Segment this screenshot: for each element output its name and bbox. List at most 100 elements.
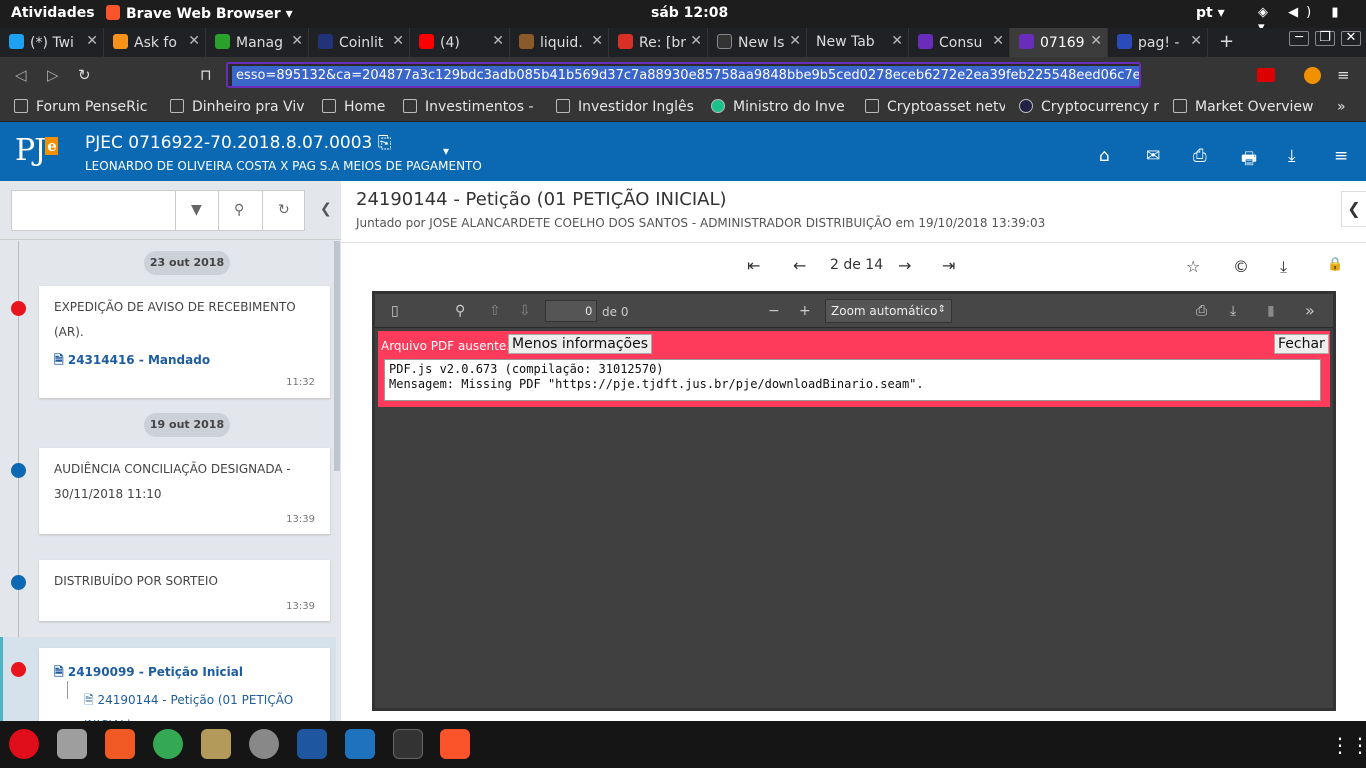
- timeline-event[interactable]: DISTRIBUÍDO POR SORTEIO 13:39: [39, 560, 330, 621]
- bookmark-item[interactable]: Investidor Inglês: [556, 99, 701, 115]
- bookmark-item[interactable]: Home: [322, 99, 397, 115]
- expand-panel-button[interactable]: ❮: [1341, 191, 1366, 227]
- files-icon[interactable]: [57, 729, 87, 759]
- bookmark-item[interactable]: Investimentos - A: [403, 99, 538, 115]
- pje-logo[interactable]: PJ e: [15, 133, 58, 168]
- clock[interactable]: sáb 12:08: [651, 5, 728, 21]
- close-icon[interactable]: ✕: [591, 33, 603, 49]
- java-icon[interactable]: [297, 729, 327, 759]
- search-input[interactable]: [14, 193, 172, 228]
- app-menu[interactable]: Brave Web Browser ▾: [106, 5, 293, 22]
- filter-icon[interactable]: ▼: [191, 202, 202, 218]
- browser-tab-active[interactable]: 07169 ✕: [1010, 28, 1108, 57]
- archive-icon[interactable]: [201, 729, 231, 759]
- close-icon[interactable]: ✕: [492, 33, 504, 49]
- error-details[interactable]: PDF.js v2.0.673 (compilação: 31012570) M…: [384, 359, 1321, 401]
- bookmark-item[interactable]: Dinheiro pra Viv: [170, 99, 305, 115]
- print-icon[interactable]: 🖶: [1241, 146, 1257, 175]
- chrome-icon[interactable]: [153, 729, 183, 759]
- close-icon[interactable]: ✕: [891, 33, 903, 49]
- star-icon[interactable]: ☆: [1186, 257, 1200, 276]
- reload-button[interactable]: ↻: [78, 66, 91, 84]
- home-icon[interactable]: ⌂: [1099, 146, 1110, 166]
- browser-tab[interactable]: Manag ✕: [206, 28, 309, 57]
- less-info-button[interactable]: Menos informações: [508, 334, 653, 354]
- timeline-event[interactable]: AUDIÊNCIA CONCILIAÇÃO DESIGNADA - 30/11/…: [39, 448, 330, 534]
- copyright-icon[interactable]: ©: [1233, 257, 1249, 276]
- close-icon[interactable]: ✕: [1090, 33, 1102, 49]
- browser-tab[interactable]: liquid. ✕: [510, 28, 609, 57]
- timeline-event[interactable]: EXPEDIÇÃO DE AVISO DE RECEBIMENTO (AR). …: [39, 286, 330, 398]
- extension-icon[interactable]: [1257, 68, 1275, 82]
- browser-tab[interactable]: New Tab ✕: [807, 28, 909, 57]
- bookmark-item[interactable]: Ministro do Inve: [711, 99, 846, 115]
- download-icon[interactable]: ⤓: [1288, 146, 1296, 166]
- maximize-button[interactable]: ❐: [1315, 31, 1335, 46]
- menu-icon[interactable]: ≡: [1334, 146, 1348, 166]
- download-icon[interactable]: ⤓: [1280, 257, 1287, 277]
- find-icon[interactable]: ⚲: [455, 303, 465, 319]
- close-icon[interactable]: ✕: [1190, 33, 1202, 49]
- bookmark-item[interactable]: Cryptocurrency r: [1019, 99, 1159, 115]
- new-document-icon[interactable]: ⎙: [1193, 146, 1207, 166]
- browser-tab[interactable]: Re: [br ✕: [609, 28, 708, 57]
- next-page-icon[interactable]: ⇩: [519, 303, 531, 319]
- software-icon[interactable]: [105, 729, 135, 759]
- browser-tab[interactable]: (*) Twi ✕: [0, 28, 104, 57]
- previous-page-button[interactable]: ←: [793, 256, 806, 275]
- next-page-button[interactable]: →: [898, 256, 911, 275]
- minimize-button[interactable]: ─: [1289, 31, 1309, 46]
- close-window-button[interactable]: ✕: [1341, 31, 1361, 46]
- close-icon[interactable]: ✕: [992, 33, 1004, 49]
- activities-button[interactable]: Atividades: [11, 5, 95, 21]
- close-icon[interactable]: ✕: [789, 33, 801, 49]
- bookmark-item[interactable]: Market Overview: [1173, 99, 1313, 115]
- browser-tab[interactable]: (4) ✕: [410, 28, 510, 57]
- settings-icon[interactable]: [249, 729, 279, 759]
- close-icon[interactable]: ✕: [86, 33, 98, 49]
- collapse-sidebar-icon[interactable]: ❮: [320, 201, 332, 217]
- url-field[interactable]: esso=895132&ca=204877a3c129bdc3adb085b41…: [226, 62, 1141, 88]
- close-icon[interactable]: ✕: [690, 33, 702, 49]
- last-page-button[interactable]: ⇥: [942, 256, 955, 275]
- browser-tab[interactable]: Ask fo ✕: [104, 28, 206, 57]
- more-tools-icon[interactable]: »: [1305, 301, 1315, 320]
- close-icon[interactable]: ✕: [392, 33, 404, 49]
- bookmark-icon[interactable]: ▮: [1267, 303, 1275, 319]
- timeline-event-selected[interactable]: 🗎 24190099 - Petição Inicial 🗎 24190144 …: [39, 648, 330, 721]
- document-link[interactable]: 🗎 24190099 - Petição Inicial: [54, 663, 243, 684]
- lock-icon[interactable]: 🔒: [1327, 257, 1343, 272]
- writer-icon[interactable]: [345, 729, 375, 759]
- bookmarks-overflow-button[interactable]: »: [1337, 99, 1346, 115]
- browser-tab[interactable]: Coinlit ✕: [309, 28, 410, 57]
- process-title[interactable]: PJEC 0716922-70.2018.8.07.0003 ⎘: [85, 133, 391, 153]
- brave-icon[interactable]: [440, 729, 470, 759]
- close-icon[interactable]: ✕: [188, 33, 200, 49]
- close-error-button[interactable]: Fechar: [1274, 334, 1329, 354]
- scrollbar[interactable]: [334, 241, 340, 471]
- new-tab-button[interactable]: +: [1219, 31, 1234, 52]
- process-dropdown-icon[interactable]: ▾: [443, 144, 449, 158]
- back-button[interactable]: ◁: [15, 66, 27, 84]
- first-page-button[interactable]: ⇤: [747, 256, 760, 275]
- show-applications-icon[interactable]: ⋮⋮⋮: [1330, 733, 1366, 757]
- save-icon[interactable]: ⤓: [1230, 303, 1236, 319]
- search-icon[interactable]: ⚲: [234, 202, 244, 218]
- bookmark-icon[interactable]: ⊓: [200, 66, 212, 84]
- zoom-in-button[interactable]: +: [799, 303, 811, 319]
- previous-page-icon[interactable]: ⇧: [489, 303, 501, 319]
- bookmark-item[interactable]: Cryptoasset netv: [865, 99, 1005, 115]
- document-link[interactable]: 🗎 24314416 - Mandado: [54, 351, 210, 372]
- forward-button[interactable]: ▷: [47, 66, 59, 84]
- browser-menu-button[interactable]: ≡: [1337, 66, 1350, 84]
- profile-avatar[interactable]: [1304, 67, 1321, 84]
- print-icon[interactable]: ⎙: [1196, 303, 1207, 319]
- browser-tab[interactable]: New Is ✕: [708, 28, 807, 57]
- page-number-input[interactable]: [545, 300, 597, 322]
- opera-icon[interactable]: [9, 729, 39, 759]
- language-indicator[interactable]: pt ▾: [1196, 5, 1225, 21]
- close-icon[interactable]: ✕: [291, 33, 303, 49]
- zoom-out-button[interactable]: −: [768, 303, 780, 319]
- refresh-icon[interactable]: ↻: [278, 202, 290, 218]
- bookmark-item[interactable]: Forum PenseRic: [14, 99, 154, 115]
